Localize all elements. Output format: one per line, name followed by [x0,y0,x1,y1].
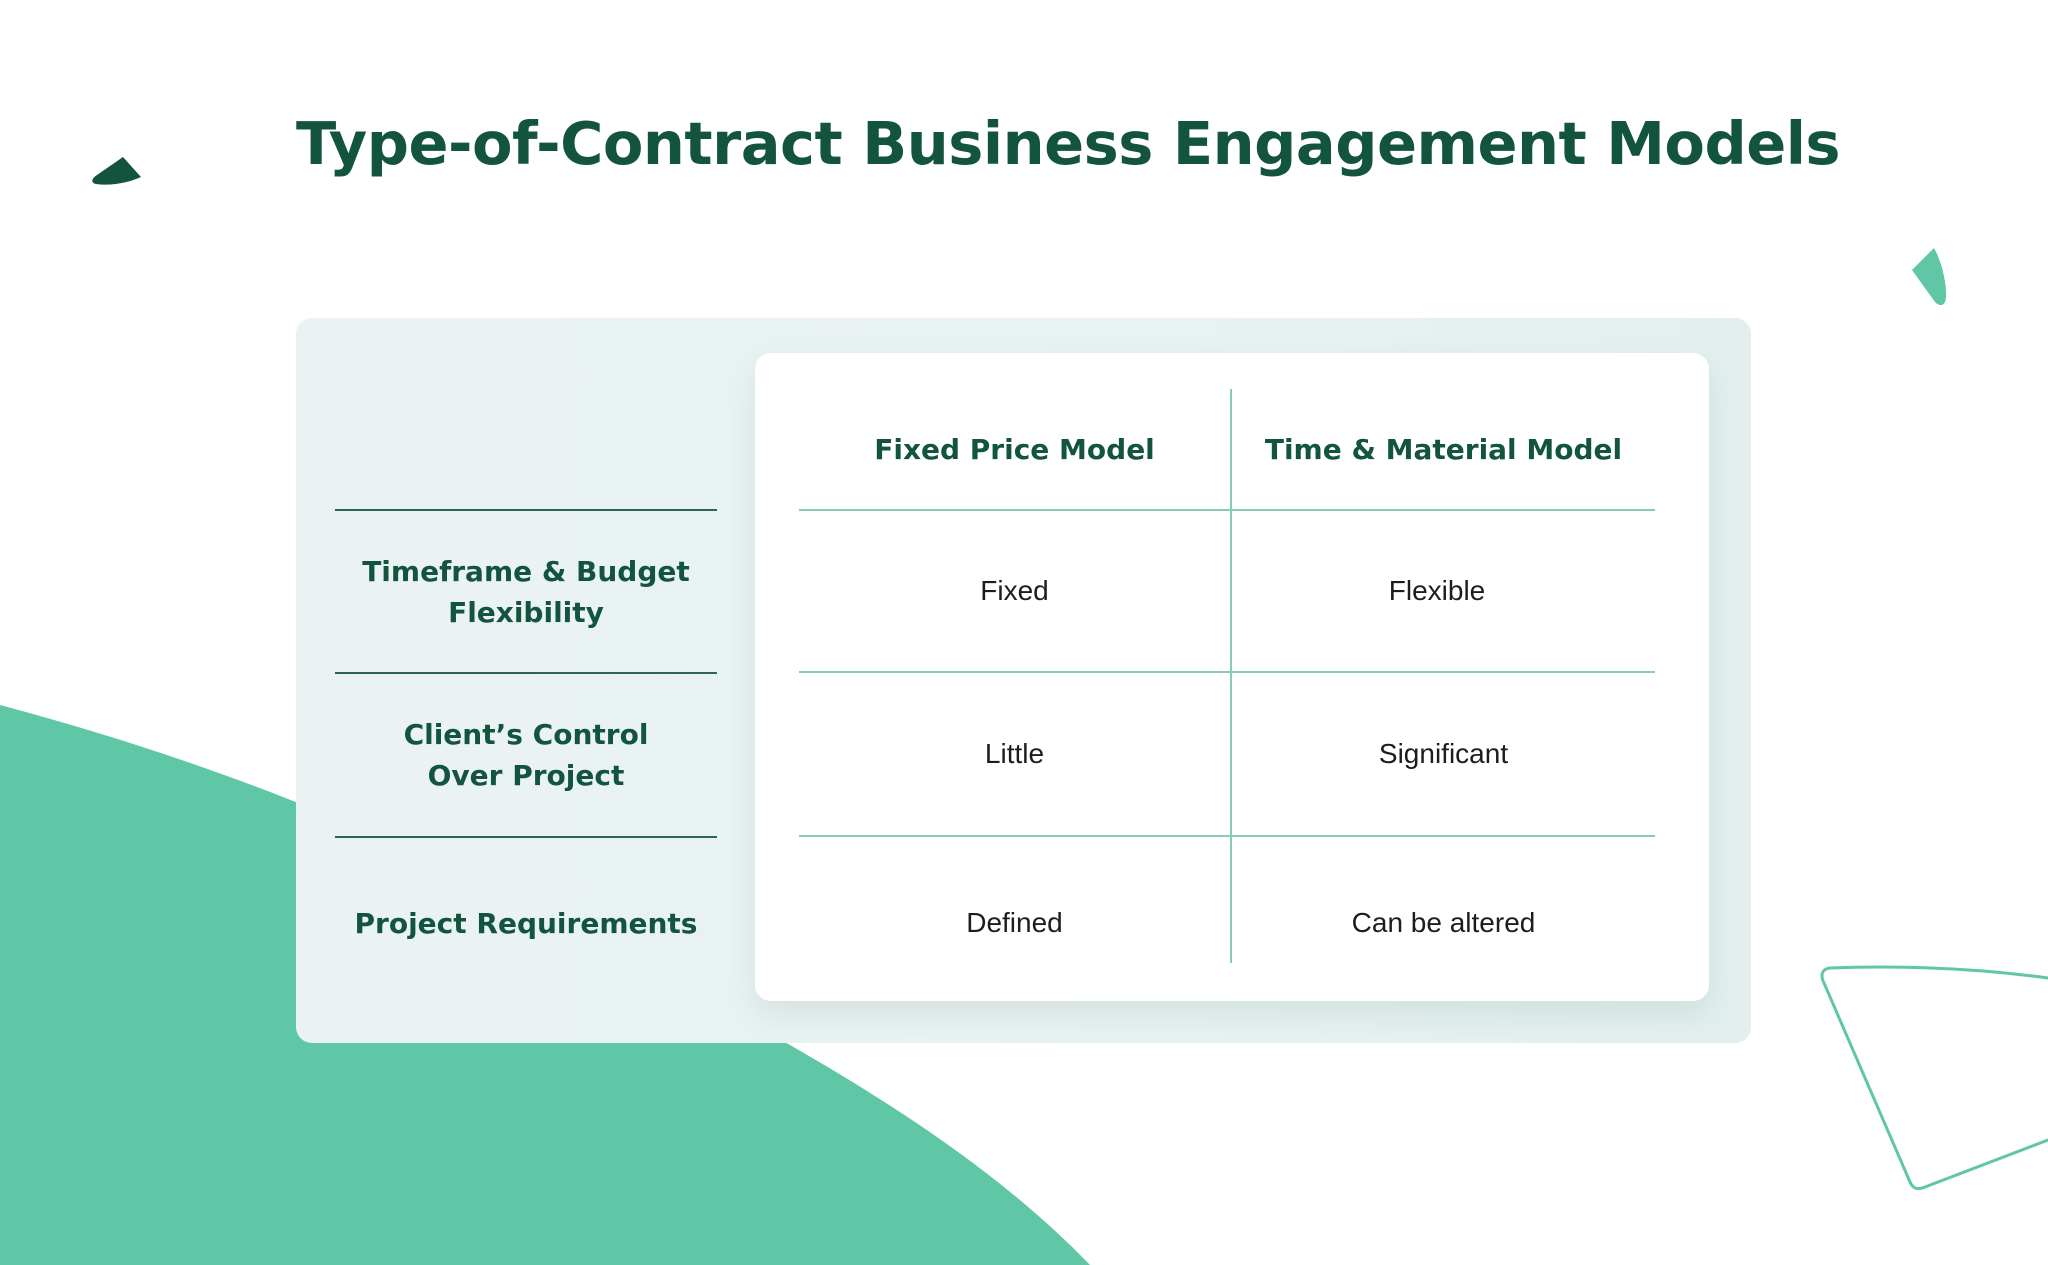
comparison-table: Fixed Price Model Time & Material Model … [755,353,1709,1001]
page-title: Type-of-Contract Business Engagement Mod… [296,109,1841,178]
row-label-timeframe-budget: Timeframe & Budget Flexibility [362,554,690,629]
table-cell: Flexible [1388,575,1486,606]
dark-green-leaf-shape [92,157,141,185]
row-label-project-requirements: Project Requirements [354,906,698,940]
table-cell: Significant [1378,738,1509,769]
table-cell: Fixed [980,575,1049,606]
mint-leaf-shape [1912,248,1947,306]
row-label-client-control: Client’s Control Over Project [403,718,649,792]
table-cell: Defined [966,907,1063,938]
table-cell: Little [984,738,1045,769]
table-cell: Can be altered [1351,907,1536,938]
column-header-fixed-price: Fixed Price Model [874,433,1155,466]
mint-outline-wedge-shape [1820,965,2048,1191]
column-header-time-material: Time & Material Model [1264,433,1623,466]
